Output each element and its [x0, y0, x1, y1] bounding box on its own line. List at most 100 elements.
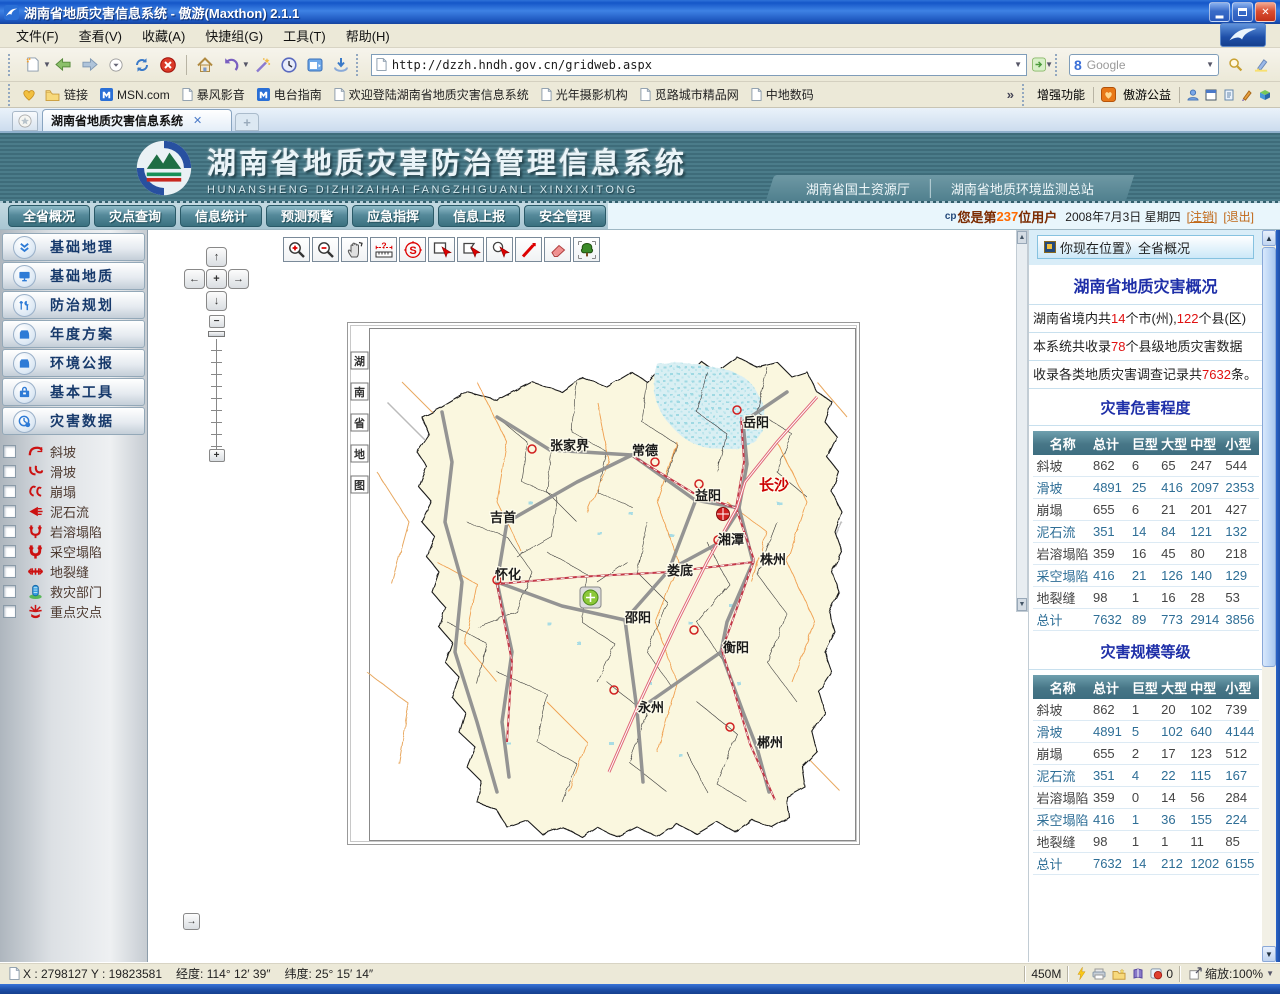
nav-tab[interactable]: 信息上报 — [438, 205, 520, 227]
go-button[interactable] — [1032, 52, 1046, 78]
layer-label[interactable]: 采空塌陷 — [50, 542, 102, 561]
nav-tab[interactable]: 应急指挥 — [352, 205, 434, 227]
panel-scroll-up-icon[interactable]: ▲ — [1017, 231, 1027, 244]
plugins-grip[interactable] — [1022, 84, 1028, 106]
nav-tab[interactable]: 安全管理 — [524, 205, 606, 227]
sparkle-folder-icon[interactable] — [1112, 968, 1126, 980]
layer-label[interactable]: 斜坡 — [50, 442, 76, 461]
zoom-dropdown[interactable]: ▼ — [1266, 969, 1274, 978]
menu-item[interactable]: 帮助(H) — [336, 26, 400, 47]
toolbar-grip[interactable] — [8, 54, 14, 76]
layer-checkbox[interactable] — [3, 465, 16, 478]
logout-link[interactable]: [注销] — [1187, 208, 1218, 225]
page-scroll-thumb[interactable] — [1262, 247, 1276, 667]
map-frame[interactable]: 湖南省地图 — [347, 322, 860, 845]
layer-checkbox[interactable] — [3, 445, 16, 458]
history-clock-button[interactable] — [277, 52, 301, 78]
banner-link[interactable]: 湖南省国土资源厅 — [806, 179, 910, 198]
map-tool-button[interactable] — [341, 237, 368, 262]
minimize-button[interactable]: ▂ — [1209, 2, 1230, 22]
search-grip[interactable] — [1055, 54, 1061, 76]
avatar-icon[interactable] — [1187, 89, 1199, 101]
undo-dropdown[interactable]: ▼ — [242, 60, 250, 69]
map-tool-button[interactable] — [312, 237, 339, 262]
layer-checkbox[interactable] — [3, 545, 16, 558]
nav-tab[interactable]: 全省概况 — [8, 205, 90, 227]
highlight-button[interactable] — [1249, 52, 1273, 78]
favorite-link[interactable]: 暴风影音 — [182, 86, 245, 103]
map-tool-button[interactable] — [283, 237, 310, 262]
layer-label[interactable]: 救灾部门 — [50, 582, 102, 601]
layer-label[interactable]: 地裂缝 — [50, 562, 89, 581]
address-dropdown[interactable]: ▼ — [1014, 60, 1022, 69]
zoom-level[interactable]: 缩放:100% — [1205, 965, 1263, 982]
map-tool-button[interactable]: ? — [370, 237, 397, 262]
nav-tab[interactable]: 灾点查询 — [94, 205, 176, 227]
new-tab-button[interactable]: + — [235, 113, 259, 131]
pan-left-button[interactable]: ← — [184, 269, 205, 289]
map-tool-button[interactable] — [573, 237, 600, 262]
layer-checkbox[interactable] — [3, 585, 16, 598]
printer-icon[interactable] — [1092, 968, 1106, 980]
notes-icon[interactable] — [1223, 89, 1235, 101]
zoom-out-step-button[interactable]: − — [209, 315, 225, 328]
layer-label[interactable]: 泥石流 — [50, 502, 89, 521]
forward-button[interactable] — [78, 52, 102, 78]
favorites-heart-icon[interactable] — [22, 89, 36, 101]
layer-checkbox[interactable] — [3, 485, 16, 498]
banner-link[interactable]: 湖南省地质环境监测总站 — [930, 179, 1094, 198]
enhance-label[interactable]: 增强功能 — [1037, 86, 1085, 103]
download-button[interactable] — [329, 52, 353, 78]
menu-item[interactable]: 收藏(A) — [132, 26, 195, 47]
paint-icon[interactable] — [1241, 89, 1253, 101]
tab-list-star-button[interactable] — [12, 111, 38, 131]
map-tool-button[interactable]: S — [399, 237, 426, 262]
map-tool-button[interactable] — [457, 237, 484, 262]
cube-icon[interactable] — [1259, 89, 1271, 101]
popup-blocker-icon[interactable] — [1150, 967, 1163, 980]
url-text[interactable]: http://dzzh.hndh.gov.cn/gridweb.aspx — [392, 58, 1016, 72]
sidebar-section[interactable]: 年度方案 — [2, 320, 145, 348]
refresh-button[interactable] — [130, 52, 154, 78]
maximize-button[interactable] — [1232, 2, 1253, 22]
sidebar-section[interactable]: 环境公报 — [2, 349, 145, 377]
history-dropdown-button[interactable] — [104, 52, 128, 78]
favorite-link[interactable]: 链接 — [45, 86, 88, 103]
urlbar-grip[interactable] — [356, 54, 362, 76]
pan-down-button[interactable]: ↓ — [206, 291, 227, 311]
breadcrumb[interactable]: 你现在位置》 全省概况 — [1037, 235, 1254, 259]
boost-icon[interactable] — [1077, 967, 1086, 980]
favorite-link[interactable]: 中地数码 — [751, 86, 814, 103]
favorite-link[interactable]: MSN.com — [100, 88, 170, 102]
close-button[interactable]: ✕ — [1255, 2, 1276, 22]
pan-up-button[interactable]: ↑ — [206, 247, 227, 267]
tab-close-icon[interactable]: ✕ — [193, 114, 202, 127]
menu-item[interactable]: 查看(V) — [69, 26, 132, 47]
wand-button[interactable] — [251, 52, 275, 78]
map-tool-button[interactable] — [428, 237, 455, 262]
links-overflow-chevron[interactable]: » — [1007, 87, 1014, 102]
layer-checkbox[interactable] — [3, 525, 16, 538]
back-button[interactable] — [52, 52, 76, 78]
hunan-map[interactable]: 湖南省地图 — [347, 322, 860, 845]
zoom-slider-track[interactable] — [211, 339, 222, 449]
map-scroll-right-button[interactable]: → — [183, 913, 200, 930]
favorite-link[interactable]: 觅路城市精品网 — [640, 86, 739, 103]
menu-item[interactable]: 快捷组(G) — [195, 26, 273, 47]
address-bar[interactable]: http://dzzh.hndh.gov.cn/gridweb.aspx ▼ — [371, 54, 1027, 76]
pan-center-button[interactable]: + — [206, 269, 227, 289]
layer-checkbox[interactable] — [3, 505, 16, 518]
layer-checkbox[interactable] — [3, 565, 16, 578]
layer-checkbox[interactable] — [3, 605, 16, 618]
map-tool-button[interactable] — [544, 237, 571, 262]
menu-item[interactable]: 工具(T) — [273, 26, 336, 47]
sidebar-section[interactable]: 基础地理 — [2, 233, 145, 261]
stop-button[interactable] — [156, 52, 180, 78]
search-button[interactable] — [1223, 52, 1247, 78]
pan-right-button[interactable]: → — [228, 269, 249, 289]
panel-scrollbar[interactable]: ▲ ▼ — [1016, 230, 1028, 962]
favorite-link[interactable]: 光年摄影机构 — [541, 86, 628, 103]
layer-label[interactable]: 重点灾点 — [50, 602, 102, 621]
panel-scroll-down-icon[interactable]: ▼ — [1017, 598, 1027, 611]
links-grip[interactable] — [8, 84, 14, 106]
